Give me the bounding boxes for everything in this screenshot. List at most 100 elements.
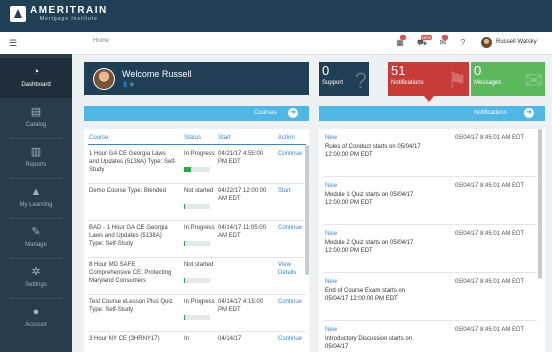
- sidebar-item-label: Settings: [25, 282, 47, 288]
- calendar-badge: [400, 35, 406, 40]
- column-header-start[interactable]: Start: [218, 135, 231, 141]
- sidebar-item-account[interactable]: ● Account: [0, 298, 72, 338]
- sidebar-item-reports[interactable]: ▥ Reports: [0, 138, 72, 178]
- messages-tile[interactable]: 0 Messages ✉: [471, 62, 545, 96]
- reports-icon: ▥: [30, 146, 42, 158]
- column-header-action: Action: [278, 135, 295, 141]
- sidebar-item-label: Catalog: [25, 122, 47, 128]
- course-status: In Progress: [184, 225, 215, 231]
- profile-icons: 👤 ⚙: [122, 82, 134, 88]
- sidebar-item-manage[interactable]: ✎ Manage: [0, 218, 72, 258]
- catalog-icon: ▤: [30, 106, 42, 118]
- start-link[interactable]: Start: [278, 187, 308, 195]
- continue-link[interactable]: Continue: [278, 150, 308, 158]
- course-start: 04/21/17 4:55:00 PM EDT: [218, 151, 264, 165]
- notification-text: Rules of Conduct starts on 05/04/17 12:0…: [325, 144, 421, 158]
- list-item[interactable]: New 05/04/17 8:45:01 AM EDT Rules of Con…: [319, 129, 539, 177]
- new-tag: New: [325, 135, 338, 141]
- notification-time: 05/04/17 8:45:01 AM EDT: [455, 279, 525, 285]
- graduation-cap-icon: ▲: [30, 186, 42, 198]
- sidebar-item-dashboard[interactable]: ◔ Dashboard: [0, 58, 72, 98]
- arrow-right-icon[interactable]: ➜: [288, 108, 298, 118]
- progress-bar: [184, 241, 210, 246]
- notifications-tile[interactable]: 51 Notifications ⚑: [388, 62, 469, 96]
- support-tile[interactable]: 0 Support ?: [319, 62, 369, 96]
- continue-link[interactable]: Continue: [278, 298, 308, 306]
- course-name: Demo Course Type: Blended: [89, 188, 166, 194]
- notifications-scrollbar[interactable]: [538, 129, 542, 279]
- sidebar-item-catalog[interactable]: ▤ Catalog: [0, 98, 72, 138]
- view-details-link[interactable]: View Details: [278, 261, 308, 277]
- continue-link[interactable]: Continue: [278, 224, 308, 232]
- sidebar-item-label: Account: [25, 322, 47, 328]
- notification-text: End of Course Exam starts on 05/04/17 12…: [325, 288, 406, 302]
- course-name: Test Course eLesson Plus Quiz Type: Self…: [89, 299, 173, 313]
- course-name: 1 Hour GA CE Georgia Laws and Updates (5…: [89, 151, 177, 173]
- welcome-title: Welcome Russell: [122, 69, 192, 79]
- course-status: In Progress: [184, 299, 215, 305]
- active-tile-caret: [424, 96, 434, 102]
- brand-subtitle: Mortgage Institute: [39, 16, 98, 22]
- list-item[interactable]: New 05/04/17 8:45:01 AM EDT Introductory…: [319, 321, 539, 352]
- avatar[interactable]: [481, 37, 492, 48]
- progress-bar: [184, 167, 210, 172]
- course-name: BAD - 1 Hour GA CE Georgia Laws and Upda…: [89, 225, 168, 247]
- list-item[interactable]: New 05/04/17 8:45:01 AM EDT Module 2 Qui…: [319, 225, 539, 273]
- user-icon[interactable]: 👤: [122, 82, 128, 88]
- table-row: 8 Hour MD SAFE Comprehensive CE: Protect…: [84, 258, 308, 295]
- courses-header[interactable]: Courses ➜: [84, 106, 309, 121]
- question-icon: ?: [354, 68, 367, 93]
- sidebar-item-my-learning[interactable]: ▲ My Learning: [0, 178, 72, 218]
- support-count: 0: [322, 63, 330, 78]
- sidebar-item-label: Manage: [25, 242, 47, 248]
- notification-text: Module 2 Quiz starts on 05/04/17 12:00:0…: [325, 240, 414, 254]
- progress-bar: [184, 204, 210, 209]
- support-label: Support: [322, 80, 344, 86]
- notification-time: 05/04/17 8:45:01 AM EDT: [455, 183, 525, 189]
- course-start: 04/14/17 11:05:00 AM EDT: [218, 225, 266, 239]
- welcome-card: Welcome Russell 👤 ⚙: [84, 62, 309, 95]
- dashboard-icon: ◔: [32, 66, 40, 78]
- pencil-icon: ✎: [31, 226, 41, 238]
- list-item[interactable]: New 05/04/17 8:45:01 AM EDT End of Cours…: [319, 273, 539, 321]
- welcome-avatar: [93, 68, 115, 90]
- breadcrumb[interactable]: Home: [93, 38, 109, 44]
- list-item[interactable]: New 05/04/17 8:45:01 AM EDT Module 1 Qui…: [319, 177, 539, 225]
- sidebar-item-label: Reports: [25, 162, 47, 168]
- menu-toggle-icon[interactable]: ☰: [9, 38, 19, 48]
- courses-table: Course Status Start Action 1 Hour GA CE …: [84, 129, 309, 352]
- gear-icon[interactable]: ⚙: [130, 82, 134, 88]
- progress-bar: [184, 315, 210, 320]
- table-row: 3 Hour NY CE (3HRNY17) In 04/14/17 Conti…: [84, 332, 305, 352]
- notifications-header[interactable]: Notifications ➜: [319, 106, 545, 121]
- continue-link[interactable]: Continue: [278, 335, 308, 343]
- new-badge: NEW: [421, 35, 433, 40]
- notifications-title: Notifications: [474, 110, 507, 116]
- course-start: 04/22/17 12:00:00 AM EDT: [218, 188, 267, 202]
- course-start: 04/14/17: [218, 336, 242, 342]
- table-row: 1 Hour GA CE Georgia Laws and Updates (5…: [84, 147, 308, 184]
- arrow-right-icon[interactable]: ➜: [524, 108, 534, 118]
- progress-bar: [184, 278, 210, 283]
- column-header-status[interactable]: Status: [184, 135, 201, 141]
- sidebar-item-label: My Learning: [19, 202, 53, 208]
- notification-time: 05/04/17 8:45:01 AM EDT: [455, 327, 525, 333]
- notifications-count: 51: [391, 63, 406, 78]
- notification-time: 05/04/17 8:45:01 AM EDT: [455, 231, 525, 237]
- course-name: 3 Hour NY CE (3HRNY17): [89, 336, 160, 342]
- username[interactable]: Russell Watsky: [496, 39, 537, 45]
- course-status: In Progress: [184, 151, 215, 157]
- brand-title: AMERITRAIN: [30, 5, 108, 16]
- course-start: 04/14/17 4:15:00 PM EDT: [218, 299, 264, 313]
- notifications-list: New 05/04/17 8:45:01 AM EDT Rules of Con…: [319, 129, 545, 352]
- sidebar-item-settings[interactable]: ✲ Settings: [0, 258, 72, 298]
- logo[interactable]: AMERITRAIN Mortgage Institute: [10, 5, 108, 22]
- column-header-course[interactable]: Course: [89, 135, 108, 141]
- messages-count: 0: [474, 63, 482, 78]
- help-icon[interactable]: ?: [457, 37, 469, 49]
- courses-scrollbar[interactable]: [305, 145, 309, 275]
- header-bar: ☰ Home ▦ ⛟ NEW ✉ ?: [0, 32, 552, 55]
- course-status: Not started: [184, 188, 214, 194]
- course-status: Not started: [184, 262, 214, 268]
- course-status: In: [184, 336, 190, 342]
